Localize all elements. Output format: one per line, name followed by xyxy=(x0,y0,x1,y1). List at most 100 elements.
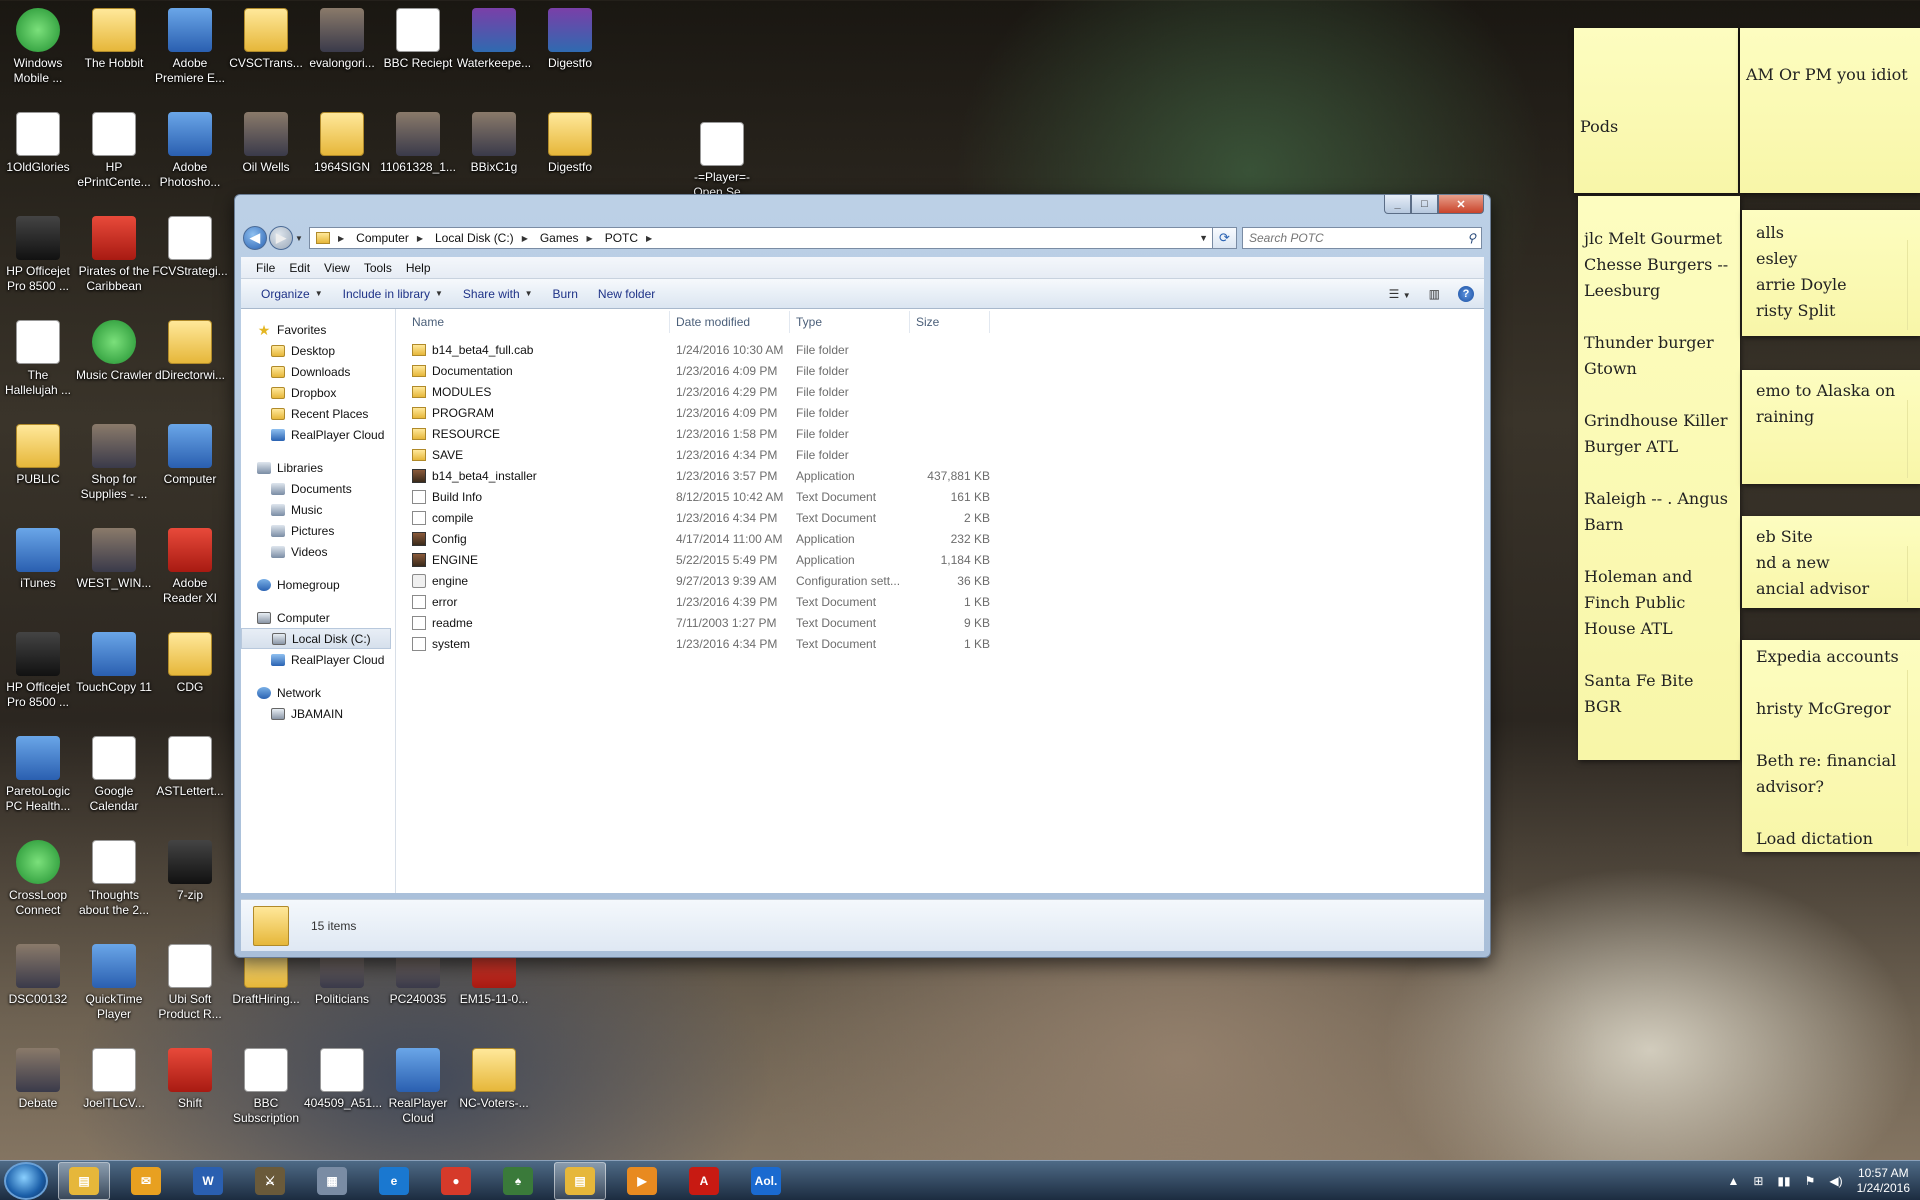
desktop-icon[interactable]: Pirates of the Caribbean xyxy=(76,216,152,294)
desktop-icon[interactable]: Digestfo xyxy=(532,8,608,71)
desktop-icon[interactable]: Debate xyxy=(0,1048,76,1111)
column-name[interactable]: Name xyxy=(396,310,670,333)
desktop-icon[interactable]: -=Player=- Open Se... xyxy=(684,122,760,200)
desktop-icon[interactable]: PUBLIC xyxy=(0,424,76,487)
note-scrollbar[interactable] xyxy=(1907,546,1918,602)
maximize-button[interactable]: □ xyxy=(1411,195,1438,214)
desktop-icon[interactable]: WEST_WIN... xyxy=(76,528,152,591)
taskbar-ie-button[interactable]: e xyxy=(368,1162,420,1200)
share-with-button[interactable]: Share with ▼ xyxy=(453,287,543,301)
taskbar-calculator-button[interactable]: ▦ xyxy=(306,1162,358,1200)
explorer-window[interactable]: _ □ ✕ ◀ ▶ ▼ ▶ Computer ▶ Local Disk (C:) ▶… xyxy=(234,194,1491,958)
menu-file[interactable]: File xyxy=(249,261,282,275)
desktop-icon[interactable]: CrossLoop Connect xyxy=(0,840,76,918)
nav-computer[interactable]: Computer xyxy=(241,607,395,628)
menu-edit[interactable]: Edit xyxy=(282,261,317,275)
taskbar-media-button[interactable]: ▶ xyxy=(616,1162,668,1200)
taskbar-explorer-button[interactable]: ▤ xyxy=(58,1161,110,1200)
desktop-icon[interactable]: TouchCopy 11 xyxy=(76,632,152,695)
preview-pane-button[interactable]: ▥ xyxy=(1429,287,1440,301)
desktop-icon[interactable]: QuickTime Player xyxy=(76,944,152,1022)
volume-icon[interactable]: ◀) xyxy=(1829,1174,1842,1188)
sticky-note-ampm[interactable]: AM Or PM you idiot xyxy=(1740,28,1920,193)
desktop-icon[interactable]: iTunes xyxy=(0,528,76,591)
desktop-icon[interactable]: CVSCTrans... xyxy=(228,8,304,71)
nav-computer-item[interactable]: RealPlayer Cloud xyxy=(241,649,395,670)
table-row[interactable]: readme 7/11/2003 1:27 PM Text Document 9 KB xyxy=(396,612,1484,633)
desktop-icon[interactable]: Computer xyxy=(152,424,228,487)
network-icon[interactable]: ▮▮ xyxy=(1777,1174,1790,1188)
desktop-icon[interactable]: HP ePrintCente... xyxy=(76,112,152,190)
nav-libraries[interactable]: Libraries xyxy=(241,457,395,478)
breadcrumb-local-disk[interactable]: Local Disk (C:) ▶ xyxy=(429,231,534,245)
minimize-button[interactable]: _ xyxy=(1384,195,1411,214)
sticky-note-website[interactable]: eb Site nd a new ancial advisor xyxy=(1742,516,1920,608)
taskbar-outlook-button[interactable]: ✉ xyxy=(120,1162,172,1200)
nav-network[interactable]: Network xyxy=(241,682,395,703)
menu-view[interactable]: View xyxy=(317,261,357,275)
desktop-icon[interactable]: RealPlayer Cloud xyxy=(380,1048,456,1126)
navigation-pane[interactable]: ★ Favorites Desktop Downloads Dropbox Recent … xyxy=(241,309,396,893)
desktop-icon[interactable]: Adobe Photosho... xyxy=(152,112,228,190)
help-icon[interactable]: ? xyxy=(1458,285,1474,302)
include-in-library-button[interactable]: Include in library ▼ xyxy=(333,287,453,301)
table-row[interactable]: SAVE 1/23/2016 4:34 PM File folder xyxy=(396,444,1484,465)
nav-network-item[interactable]: JBAMAIN xyxy=(241,703,395,724)
nav-favorites-item[interactable]: Downloads xyxy=(241,361,395,382)
table-row[interactable]: b14_beta4_installer 1/23/2016 3:57 PM Appl… xyxy=(396,465,1484,486)
recent-pages-dropdown[interactable]: ▼ xyxy=(293,234,305,243)
desktop-icon[interactable]: BBixC1g xyxy=(456,112,532,175)
desktop-icon[interactable]: HP Officejet Pro 8500 ... xyxy=(0,216,76,294)
desktop-icon[interactable]: Google Calendar xyxy=(76,736,152,814)
taskbar-word-button[interactable]: W xyxy=(182,1162,234,1200)
nav-libraries-item[interactable]: Pictures xyxy=(241,520,395,541)
table-row[interactable]: RESOURCE 1/23/2016 1:58 PM File folder xyxy=(396,423,1484,444)
nav-libraries-item[interactable]: Videos xyxy=(241,541,395,562)
sticky-note-restaurants[interactable]: jlc Melt Gourmet Chesse Burgers -- Leesb… xyxy=(1578,196,1740,760)
table-row[interactable]: Documentation 1/23/2016 4:09 PM File folde… xyxy=(396,360,1484,381)
menu-tools[interactable]: Tools xyxy=(357,261,399,275)
desktop-icon[interactable]: Oil Wells xyxy=(228,112,304,175)
table-row[interactable]: Build Info 8/12/2015 10:42 AM Text Documen… xyxy=(396,486,1484,507)
desktop-icon[interactable]: Ubi Soft Product R... xyxy=(152,944,228,1022)
desktop-icon[interactable]: HP Officejet Pro 8500 ... xyxy=(0,632,76,710)
nav-favorites-item[interactable]: RealPlayer Cloud xyxy=(241,424,395,445)
column-type[interactable]: Type xyxy=(790,310,910,333)
desktop-icon[interactable]: 7-zip xyxy=(152,840,228,903)
desktop-icon[interactable]: Shift xyxy=(152,1048,228,1111)
desktop-icon[interactable]: The Hobbit xyxy=(76,8,152,71)
desktop-icon[interactable]: Digestfo xyxy=(532,112,608,175)
table-row[interactable]: system 1/23/2016 4:34 PM Text Document 1 KB xyxy=(396,633,1484,654)
note-scrollbar[interactable] xyxy=(1907,240,1918,330)
nav-favorites-item[interactable]: Desktop xyxy=(241,340,395,361)
table-row[interactable]: compile 1/23/2016 4:34 PM Text Document 2 K… xyxy=(396,507,1484,528)
burn-button[interactable]: Burn xyxy=(543,287,588,301)
show-hidden-icons[interactable]: ▲ xyxy=(1727,1174,1739,1188)
desktop-icon[interactable]: The Hallelujah ... xyxy=(0,320,76,398)
search-input[interactable] xyxy=(1249,231,1449,245)
desktop-icon[interactable]: 11061328_1... xyxy=(380,112,456,175)
new-folder-button[interactable]: New folder xyxy=(588,287,665,301)
desktop-icon[interactable]: ASTLettert... xyxy=(152,736,228,799)
table-row[interactable]: Config 4/17/2014 11:00 AM Application 232 K… xyxy=(396,528,1484,549)
desktop-icon[interactable]: NC-Voters-... xyxy=(456,1048,532,1111)
search-box[interactable]: ⚲ xyxy=(1242,227,1482,249)
desktop-icon[interactable]: Shop for Supplies - ... xyxy=(76,424,152,502)
start-button[interactable] xyxy=(4,1161,48,1200)
sticky-note-memo[interactable]: emo to Alaska on raining xyxy=(1742,370,1920,484)
table-row[interactable]: b14_beta4_full.cab 1/24/2016 10:30 AM File… xyxy=(396,339,1484,360)
back-button[interactable]: ◀ xyxy=(243,226,267,250)
taskbar-pirates-button[interactable]: ⚔ xyxy=(244,1162,296,1200)
refresh-button[interactable]: ⟳ xyxy=(1213,227,1237,249)
desktop-icon[interactable]: DSC00132 xyxy=(0,944,76,1007)
breadcrumb-potc[interactable]: POTC ▶ xyxy=(599,231,659,245)
column-size[interactable]: Size xyxy=(910,310,990,333)
clock[interactable]: 10:57 AM 1/24/2016 xyxy=(1857,1166,1910,1196)
sticky-note-pods[interactable]: Pods xyxy=(1574,28,1738,193)
note-scrollbar[interactable] xyxy=(1907,670,1918,846)
address-bar[interactable]: ▶ Computer ▶ Local Disk (C:) ▶ Games ▶ POTC… xyxy=(309,227,1213,249)
desktop-icon[interactable]: CDG xyxy=(152,632,228,695)
taskbar-chrome-button[interactable]: ● xyxy=(430,1162,482,1200)
sticky-note-calls[interactable]: alls esley arrie Doyle risty Split xyxy=(1742,210,1920,336)
nav-computer-item[interactable]: Local Disk (C:) xyxy=(241,628,391,649)
